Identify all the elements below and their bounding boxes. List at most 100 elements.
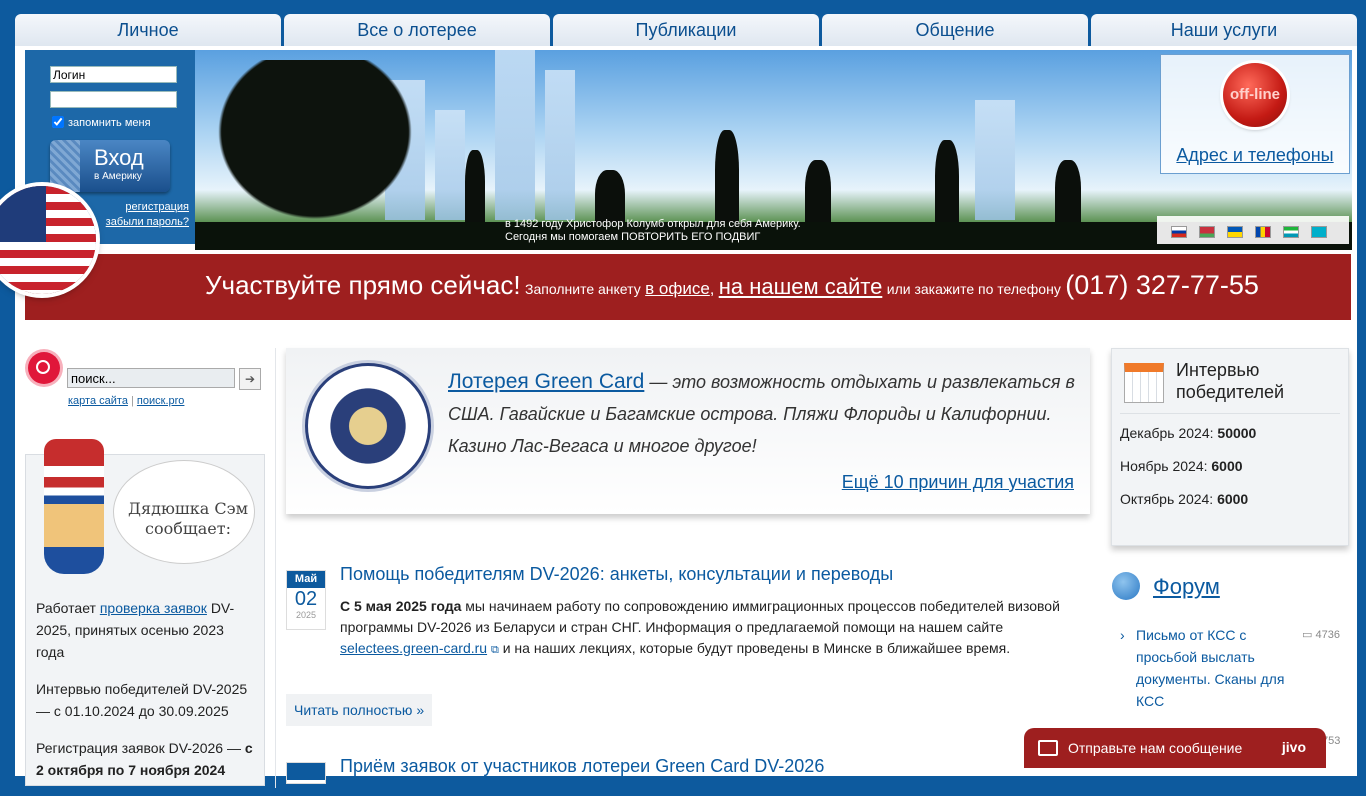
site-link[interactable]: на нашем сайте bbox=[719, 274, 883, 299]
sam-news1-pre: Работает bbox=[36, 600, 96, 616]
news-title-link[interactable]: Помощь победителям DV-2026: анкеты, конс… bbox=[340, 564, 893, 585]
flag-by-icon[interactable] bbox=[1199, 226, 1215, 238]
forum-topic-count: ▭ 4736 bbox=[1302, 624, 1340, 646]
search-links: карта сайта | поиск.pro bbox=[68, 395, 184, 407]
tab-services[interactable]: Наши услуги bbox=[1091, 14, 1357, 46]
interview-row-label: Октябрь 2024: bbox=[1120, 491, 1214, 507]
selectees-link[interactable]: selectees.green-card.ru bbox=[340, 640, 487, 656]
comment-icon: ▭ bbox=[1302, 629, 1313, 641]
remember-me[interactable]: запомнить меня bbox=[52, 116, 151, 129]
seal-eagle bbox=[324, 382, 412, 470]
offline-status-icon[interactable]: off-line bbox=[1223, 63, 1287, 127]
date-badge bbox=[286, 762, 326, 784]
check-entries-link[interactable]: проверка заявок bbox=[100, 600, 207, 616]
bubble-text: Дядюшка Сэм сообщает: bbox=[127, 499, 249, 538]
banner-caption-line2: Сегодня мы помогаем ПОВТОРИТЬ ЕГО ПОДВИГ bbox=[505, 231, 761, 243]
password-input[interactable] bbox=[50, 91, 177, 108]
forum-topic[interactable]: › Письмо от КСС с просьбой выслать докум… bbox=[1120, 624, 1340, 712]
building bbox=[545, 70, 575, 220]
interview-row: Ноябрь 2024: 6000 bbox=[1120, 458, 1256, 474]
person-silhouette bbox=[935, 140, 959, 230]
search-input[interactable] bbox=[67, 368, 235, 388]
divider bbox=[1120, 413, 1340, 414]
tree-silhouette bbox=[195, 60, 435, 240]
flag-kz-icon[interactable] bbox=[1311, 226, 1327, 238]
phone-number: (017) 327-77-55 bbox=[1065, 270, 1259, 300]
interview-widget: Интервью победителей Декабрь 2024: 50000… bbox=[1111, 348, 1349, 546]
hero-banner: в 1492 году Христофор Колумб открыл для … bbox=[195, 50, 1352, 250]
username-input[interactable] bbox=[50, 66, 177, 83]
date-day: 02 bbox=[294, 588, 318, 610]
remember-label: запомнить меня bbox=[68, 117, 151, 129]
stars-icon bbox=[50, 140, 80, 192]
address-phones-link[interactable]: Адрес и телефоны bbox=[1161, 145, 1349, 166]
interview-row-label: Ноябрь 2024: bbox=[1120, 458, 1208, 474]
forgot-password-link[interactable]: забыли пароль? bbox=[106, 216, 189, 228]
chevron-right-icon: › bbox=[1120, 627, 1125, 643]
forum-count-value: 4736 bbox=[1315, 629, 1340, 641]
search-pro-link[interactable]: поиск.pro bbox=[137, 395, 185, 407]
interview-row-value: 6000 bbox=[1211, 458, 1243, 474]
building bbox=[975, 100, 1015, 220]
tab-about-lottery[interactable]: Все о лотерее bbox=[284, 14, 550, 46]
read-more-button[interactable]: Читать полностью » bbox=[286, 694, 433, 726]
top-nav: Личное Все о лотерее Публикации Общение … bbox=[15, 14, 1357, 46]
tab-personal[interactable]: Личное bbox=[15, 14, 281, 46]
state-department-seal-icon bbox=[308, 366, 428, 486]
sam-news3-pre: Регистрация заявок DV-2026 — bbox=[36, 740, 241, 756]
interview-rows: Декабрь 2024: 50000 Ноябрь 2024: 6000 Ок… bbox=[1120, 425, 1256, 524]
flag-ru-icon[interactable] bbox=[1171, 226, 1187, 238]
green-card-promo: Лотерея Green Card — это возможность отд… bbox=[286, 348, 1090, 514]
building bbox=[495, 50, 535, 220]
interview-title: Интервью победителей bbox=[1176, 360, 1285, 402]
enter-button-sublabel: в Америку bbox=[94, 171, 142, 182]
date-year: 2025 bbox=[295, 610, 317, 620]
sam-news-item: Регистрация заявок DV-2026 — с 2 октября… bbox=[36, 737, 256, 781]
green-card-lottery-link[interactable]: Лотерея Green Card bbox=[448, 370, 644, 393]
chat-brand: jivo bbox=[1281, 739, 1306, 755]
search-links-separator: | bbox=[131, 395, 134, 407]
search-go-button[interactable]: ➔ bbox=[239, 368, 261, 390]
forum-topic-text: Письмо от КСС с просьбой выслать докумен… bbox=[1136, 627, 1285, 709]
person-silhouette bbox=[715, 130, 739, 230]
language-flags bbox=[1157, 216, 1349, 244]
green-card-text: Лотерея Green Card — это возможность отд… bbox=[448, 366, 1078, 462]
remember-checkbox[interactable] bbox=[52, 116, 64, 128]
sam-news-item: Интервью победителей DV-2025 — с 01.10.2… bbox=[36, 681, 248, 719]
login-links: регистрация забыли пароль? bbox=[106, 200, 189, 230]
contact-box: off-line Адрес и телефоны bbox=[1160, 54, 1350, 174]
flag-md-icon[interactable] bbox=[1255, 226, 1271, 238]
register-link[interactable]: регистрация bbox=[125, 201, 189, 213]
person-silhouette bbox=[1055, 160, 1081, 230]
news-text2: и на наших лекциях, которые будут провед… bbox=[498, 640, 1011, 656]
search-icon bbox=[28, 352, 60, 384]
mail-icon bbox=[1038, 740, 1058, 756]
flag-uz-icon[interactable] bbox=[1283, 226, 1299, 238]
cta-text2: или закажите по телефону bbox=[886, 281, 1061, 297]
sitemap-link[interactable]: карта сайта bbox=[68, 395, 128, 407]
person-silhouette bbox=[465, 150, 485, 230]
cta-comma: , bbox=[709, 281, 715, 298]
tab-communication[interactable]: Общение bbox=[822, 14, 1088, 46]
cta-text1: Заполните анкету bbox=[525, 281, 641, 297]
news-bold: С 5 мая 2025 года bbox=[340, 598, 462, 614]
calendar-icon bbox=[1124, 363, 1164, 403]
date-month: Май bbox=[287, 571, 325, 588]
office-link[interactable]: в офисе bbox=[645, 279, 710, 298]
banner-caption-line1: в 1492 году Христофор Колумб открыл для … bbox=[505, 218, 801, 230]
chat-widget-button[interactable]: Отправьте нам сообщение jivo bbox=[1024, 728, 1326, 768]
flag-ua-icon[interactable] bbox=[1227, 226, 1243, 238]
date-month bbox=[287, 763, 325, 780]
banner-caption: в 1492 году Христофор Колумб открыл для … bbox=[505, 218, 801, 244]
news-title-link[interactable]: Приём заявок от участников лотереи Green… bbox=[340, 756, 824, 777]
date-badge: Май 02 2025 bbox=[286, 570, 326, 630]
column-separator bbox=[275, 348, 276, 788]
tab-publications[interactable]: Публикации bbox=[553, 14, 819, 46]
enter-button-label: Вход bbox=[94, 145, 144, 170]
interview-row-label: Декабрь 2024: bbox=[1120, 425, 1214, 441]
forum-icon bbox=[1112, 572, 1140, 600]
news-body: С 5 мая 2025 года мы начинаем работу по … bbox=[340, 596, 1070, 661]
ten-reasons-link[interactable]: Ещё 10 причин для участия bbox=[842, 472, 1074, 493]
enter-button[interactable]: Вход в Америку bbox=[50, 140, 170, 192]
forum-link[interactable]: Форум bbox=[1153, 574, 1220, 600]
